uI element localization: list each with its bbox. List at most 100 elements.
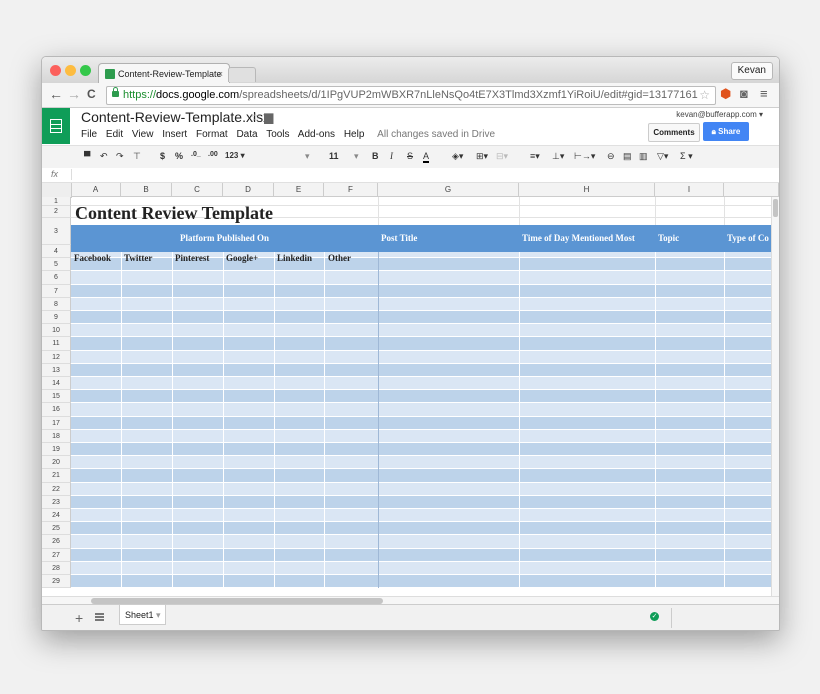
row-header[interactable]: 7: [42, 284, 71, 298]
table-row[interactable]: [71, 297, 771, 311]
minimize-window-button[interactable]: [65, 65, 76, 76]
star-icon[interactable]: ☆: [250, 110, 261, 124]
table-row[interactable]: [71, 443, 771, 457]
row-header[interactable]: 5: [42, 258, 71, 272]
text-color-button[interactable]: A: [423, 151, 430, 163]
row-header[interactable]: 28: [42, 561, 71, 575]
table-row[interactable]: [71, 561, 771, 575]
row-header[interactable]: 2: [42, 206, 71, 218]
row-header[interactable]: 19: [42, 443, 71, 457]
table-row[interactable]: [71, 324, 771, 338]
table-row[interactable]: [71, 271, 771, 285]
share-button[interactable]: 🔒︎ Share: [703, 122, 749, 141]
reload-button[interactable]: C: [87, 86, 96, 102]
row-header[interactable]: 8: [42, 297, 71, 311]
table-row[interactable]: [71, 548, 771, 562]
doc-title[interactable]: Content-Review-Template.xlsx: [81, 109, 270, 125]
merge-cells-icon[interactable]: ⊟▾: [496, 151, 508, 162]
platform-twitter-cell[interactable]: Twitter: [121, 252, 152, 265]
table-row[interactable]: [71, 390, 771, 404]
vertical-align-icon[interactable]: ⊥▾: [552, 151, 564, 162]
close-window-button[interactable]: [50, 65, 61, 76]
undo-icon[interactable]: ↶: [100, 151, 108, 162]
borders-icon[interactable]: ⊞▾: [476, 151, 488, 162]
table-row[interactable]: [71, 311, 771, 325]
menu-tools[interactable]: Tools: [266, 129, 289, 140]
functions-button[interactable]: Σ ▾: [680, 151, 693, 162]
select-all-corner[interactable]: [42, 183, 72, 198]
menu-help[interactable]: Help: [344, 129, 365, 140]
sheet-title-cell[interactable]: Content Review Template: [75, 203, 273, 224]
italic-button[interactable]: I: [390, 151, 393, 161]
add-sheet-button[interactable]: +: [75, 610, 83, 626]
table-row[interactable]: [71, 377, 771, 391]
tab-close-icon[interactable]: ×: [218, 64, 223, 84]
insert-link-icon[interactable]: ⊖: [607, 151, 615, 162]
comments-button[interactable]: Comments: [648, 123, 700, 142]
paint-format-icon[interactable]: ⊤: [133, 151, 141, 162]
folder-icon[interactable]: ▆: [264, 110, 273, 124]
table-row[interactable]: [71, 509, 771, 523]
row-header[interactable]: 24: [42, 509, 71, 523]
row-header[interactable]: 1: [42, 197, 71, 206]
row-header[interactable]: 27: [42, 548, 71, 562]
column-header[interactable]: F: [324, 183, 378, 197]
address-bar[interactable]: https://docs.google.com/spreadsheets/d/1…: [106, 86, 716, 105]
more-formats-button[interactable]: 123 ▾: [225, 151, 245, 160]
filter-icon[interactable]: ▽▾: [657, 151, 668, 162]
row-header[interactable]: 4: [42, 245, 71, 259]
table-row[interactable]: [71, 456, 771, 470]
row-header[interactable]: 9: [42, 311, 71, 325]
row-header[interactable]: 3: [42, 218, 71, 245]
table-row[interactable]: [71, 363, 771, 377]
menu-file[interactable]: File: [81, 129, 97, 140]
platform-facebook-cell[interactable]: Facebook: [71, 252, 111, 265]
maximize-window-button[interactable]: [80, 65, 91, 76]
platform-other-cell[interactable]: Other: [325, 252, 351, 265]
row-header[interactable]: 21: [42, 469, 71, 483]
table-row[interactable]: [71, 284, 771, 298]
table-row[interactable]: [71, 416, 771, 430]
row-header[interactable]: 14: [42, 377, 71, 391]
increase-decimals-button[interactable]: .00: [208, 151, 218, 158]
insert-comment-icon[interactable]: ▤: [623, 151, 632, 162]
percent-button[interactable]: %: [175, 151, 183, 161]
font-family-dropdown[interactable]: ▾: [305, 151, 310, 162]
table-row[interactable]: [71, 482, 771, 496]
column-header[interactable]: B: [121, 183, 172, 197]
table-row[interactable]: [71, 429, 771, 443]
extension-shield-icon[interactable]: ⬢: [720, 87, 731, 101]
table-row[interactable]: [71, 350, 771, 364]
column-header[interactable]: [724, 183, 779, 197]
strikethrough-button[interactable]: S: [407, 151, 413, 161]
redo-icon[interactable]: ↷: [116, 151, 124, 162]
all-sheets-list-icon[interactable]: [95, 613, 104, 621]
row-header[interactable]: 12: [42, 350, 71, 364]
time-of-day-header[interactable]: Time of Day Mentioned Most: [519, 225, 655, 252]
row-header[interactable]: 23: [42, 495, 71, 509]
table-row[interactable]: [71, 337, 771, 351]
fill-color-icon[interactable]: ◈▾: [452, 151, 463, 162]
row-header[interactable]: 16: [42, 403, 71, 417]
row-header[interactable]: 10: [42, 324, 71, 338]
menu-addons[interactable]: Add-ons: [298, 129, 335, 140]
pocket-icon[interactable]: ◙: [740, 87, 748, 101]
topic-header[interactable]: Topic: [655, 225, 724, 252]
formula-bar[interactable]: fx: [42, 168, 779, 183]
account-email[interactable]: kevan@bufferapp.com ▾: [676, 110, 763, 119]
forward-button[interactable]: →: [67, 86, 81, 102]
table-row[interactable]: [71, 535, 771, 549]
menu-data[interactable]: Data: [236, 129, 257, 140]
bold-button[interactable]: B: [372, 151, 379, 161]
column-header[interactable]: I: [655, 183, 724, 197]
print-icon[interactable]: ▀: [84, 151, 90, 161]
table-row[interactable]: [71, 575, 771, 589]
type-of-content-header[interactable]: Type of Co: [724, 225, 772, 252]
platform-googleplus-cell[interactable]: Google+: [223, 252, 258, 265]
column-header[interactable]: G: [378, 183, 519, 197]
horizontal-align-icon[interactable]: ≡▾: [530, 151, 540, 162]
row-header[interactable]: 26: [42, 535, 71, 549]
menu-format[interactable]: Format: [196, 129, 228, 140]
platform-pinterest-cell[interactable]: Pinterest: [172, 252, 209, 265]
row-header[interactable]: 15: [42, 390, 71, 404]
